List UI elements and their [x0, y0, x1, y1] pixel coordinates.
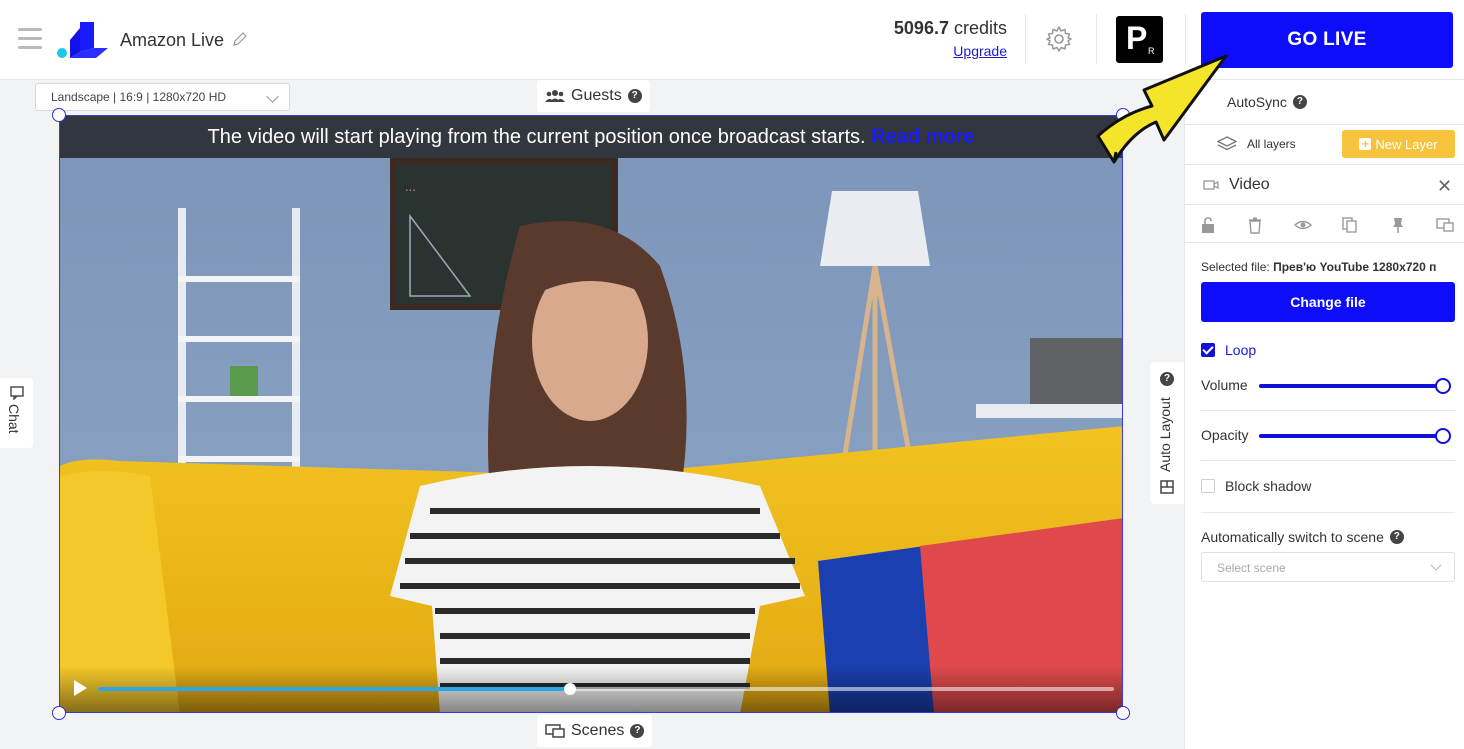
volume-slider[interactable] [1259, 378, 1451, 394]
help-icon[interactable]: ? [627, 89, 642, 103]
play-icon[interactable] [74, 680, 87, 696]
layer-header: Video [1203, 176, 1270, 194]
resize-handle-bottom-left[interactable] [52, 706, 66, 720]
opacity-label: Opacity [1201, 427, 1249, 443]
pencil-icon[interactable] [232, 31, 248, 47]
block-shadow-label: Block shadow [1225, 478, 1312, 494]
all-layers-label: All layers [1247, 137, 1296, 151]
auto-switch-label: Automatically switch to scene [1201, 529, 1384, 545]
selected-file-label: Selected file: [1201, 260, 1270, 274]
help-icon[interactable]: ? [1160, 372, 1174, 386]
eye-icon[interactable] [1293, 216, 1312, 234]
scene-select[interactable]: Select scene [1201, 552, 1455, 582]
top-bar: Amazon Live 5096.7 credits Upgrade P R G… [0, 0, 1464, 80]
opacity-slider[interactable] [1259, 428, 1451, 444]
seek-bar[interactable] [98, 683, 1114, 695]
loop-check[interactable] [1201, 343, 1215, 357]
format-select[interactable]: Landscape | 16:9 | 1280x720 HD [35, 83, 290, 111]
broadcast-title[interactable]: Amazon Live [120, 30, 224, 51]
close-icon[interactable]: ✕ [1437, 176, 1452, 197]
plus-icon: + [1359, 138, 1372, 150]
scenes-tab[interactable]: Scenes ? [537, 715, 653, 747]
divider [1201, 410, 1455, 411]
info-banner: The video will start playing from the cu… [60, 116, 1122, 158]
guests-tab[interactable]: Guests ? [537, 80, 650, 112]
chevron-down-icon [266, 90, 279, 103]
resize-handle-top-left[interactable] [52, 108, 66, 122]
video-camera-icon [1203, 180, 1219, 190]
help-icon[interactable]: ? [630, 724, 645, 738]
chat-icon [10, 386, 24, 400]
new-layer-label: New Layer [1375, 136, 1438, 152]
volume-slider-row: Volume [1201, 377, 1455, 397]
video-frame: ... [60, 116, 1122, 712]
scene-select-placeholder: Select scene [1217, 561, 1286, 575]
resize-handle-bottom-right[interactable] [1116, 706, 1130, 720]
upgrade-link[interactable]: Upgrade [894, 43, 1007, 59]
guests-icon [545, 90, 565, 102]
divider [1201, 512, 1455, 513]
loop-label: Loop [1225, 342, 1257, 358]
pin-icon[interactable] [1389, 216, 1407, 234]
trash-icon[interactable] [1246, 216, 1264, 234]
divider [1201, 460, 1455, 461]
divider [1025, 14, 1026, 64]
unlock-icon[interactable] [1199, 216, 1217, 234]
credits-amount: 5096.7 [893, 18, 949, 38]
layer-title: Video [1229, 176, 1270, 193]
volume-knob[interactable] [1435, 378, 1451, 394]
banner-text: The video will start playing from the cu… [207, 126, 866, 148]
pointer-arrow-icon [1096, 54, 1228, 164]
seek-progress [98, 687, 571, 691]
opacity-fill [1259, 434, 1443, 438]
new-layer-button[interactable]: + New Layer [1342, 130, 1455, 158]
video-stage[interactable]: ... The video will start playing from th… [59, 115, 1123, 713]
block-shadow-check[interactable] [1201, 479, 1215, 493]
auto-switch-scene: Automatically switch to scene ? [1201, 529, 1404, 545]
loop-checkbox[interactable]: Loop [1201, 342, 1256, 358]
format-select-value: Landscape | 16:9 | 1280x720 HD [51, 90, 227, 104]
chat-label: Chat [6, 404, 22, 434]
change-file-button[interactable]: Change file [1201, 282, 1455, 322]
video-controls [60, 666, 1122, 712]
volume-label: Volume [1201, 377, 1248, 393]
layout-icon [1160, 480, 1174, 494]
chevron-down-icon [1430, 559, 1442, 571]
app-logo[interactable] [56, 18, 108, 60]
help-icon[interactable]: ? [1292, 95, 1307, 109]
auto-layout-tab[interactable]: ? Auto Layout [1150, 362, 1184, 504]
scenes-label: Scenes [571, 722, 625, 739]
autosync[interactable]: AutoSync ? [1227, 94, 1307, 110]
selected-file-name: Прев'ю YouTube 1280x720 п [1273, 260, 1437, 274]
layer-properties-panel: AutoSync ? All layers + New Layer Video … [1184, 80, 1464, 749]
go-live-button[interactable]: GO LIVE [1201, 12, 1453, 68]
duplicate-icon[interactable] [1341, 216, 1359, 234]
divider [1185, 204, 1464, 205]
scenes-icon [545, 724, 565, 738]
layer-toolbar [1199, 216, 1454, 234]
divider [1185, 242, 1464, 243]
credits-unit: credits [953, 18, 1007, 38]
credits-display: 5096.7 credits Upgrade [894, 18, 1007, 59]
guests-label: Guests [571, 87, 622, 104]
opacity-knob[interactable] [1435, 428, 1451, 444]
help-icon[interactable]: ? [1389, 530, 1404, 544]
autosync-label: AutoSync [1227, 94, 1287, 110]
seek-knob[interactable] [564, 683, 577, 695]
block-shadow-checkbox[interactable]: Block shadow [1201, 478, 1311, 494]
read-more-link[interactable]: Read more [871, 126, 974, 148]
opacity-slider-row: Opacity [1201, 427, 1455, 447]
selected-file: Selected file: Прев'ю YouTube 1280x720 п [1201, 260, 1464, 274]
scene-move-icon[interactable] [1436, 216, 1454, 234]
chat-tab[interactable]: Chat [0, 378, 33, 448]
auto-layout-label: Auto Layout [1157, 397, 1173, 472]
svg-text:...: ... [405, 179, 416, 194]
gear-icon[interactable] [1044, 24, 1074, 54]
menu-icon[interactable] [18, 28, 42, 50]
volume-fill [1259, 384, 1443, 388]
